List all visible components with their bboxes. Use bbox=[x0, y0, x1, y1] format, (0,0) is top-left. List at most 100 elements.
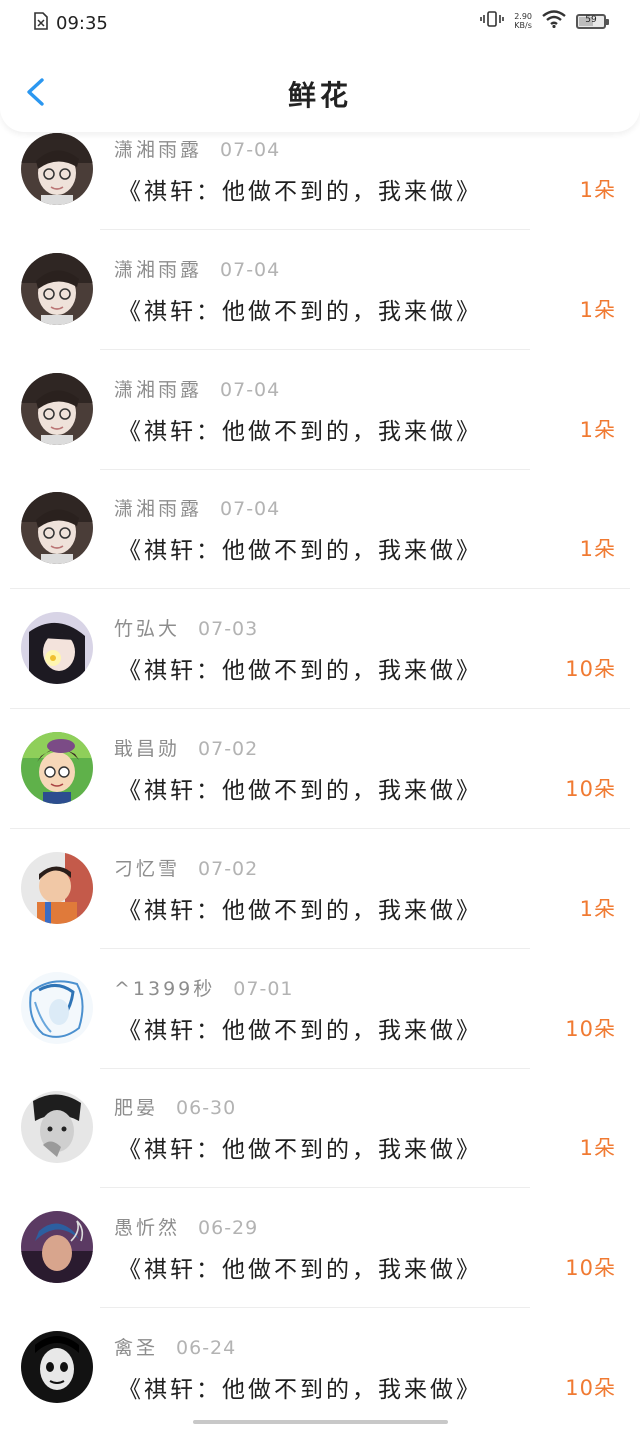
row-divider bbox=[10, 708, 630, 710]
flower-count: 10朵 bbox=[565, 1256, 616, 1281]
avatar[interactable] bbox=[21, 1331, 93, 1403]
flower-count: 1朵 bbox=[579, 417, 616, 442]
name-line: 潇湘雨露 07-04 bbox=[114, 255, 280, 282]
book-title[interactable]: 《祺轩：他做不到的，我来做》 bbox=[118, 172, 482, 206]
list-item[interactable]: 潇湘雨露 07-04 《祺轩：他做不到的，我来做》 1朵 bbox=[0, 486, 640, 606]
avatar[interactable] bbox=[21, 851, 93, 924]
record-date: 07-01 bbox=[233, 977, 294, 1000]
avatar[interactable] bbox=[21, 1211, 93, 1284]
page-title: 鲜花 bbox=[287, 79, 352, 112]
name-line: 潇湘雨露 07-04 bbox=[114, 135, 280, 162]
row-divider bbox=[100, 1187, 530, 1189]
list-item[interactable]: 潇湘雨露 07-04 《祺轩：他做不到的，我来做》 1朵 bbox=[0, 127, 640, 247]
flower-count: 10朵 bbox=[565, 1016, 616, 1041]
record-date: 07-04 bbox=[220, 498, 281, 521]
flower-count: 10朵 bbox=[565, 1376, 616, 1400]
record-date: 07-03 bbox=[198, 618, 259, 641]
user-name[interactable]: 禽圣 bbox=[114, 1333, 158, 1360]
name-line: ^1399秒 07-01 bbox=[114, 974, 294, 1001]
book-title[interactable]: 《祺轩：他做不到的，我来做》 bbox=[118, 531, 482, 565]
name-line: 禽圣 06-24 bbox=[114, 1333, 236, 1360]
row-divider bbox=[10, 828, 630, 829]
sim-icon bbox=[34, 12, 48, 34]
avatar[interactable] bbox=[21, 252, 93, 325]
name-line: 愚忻然 06-29 bbox=[114, 1213, 258, 1240]
flower-count: 1朵 bbox=[579, 537, 616, 562]
record-date: 07-04 bbox=[220, 258, 281, 281]
flower-count: 1朵 bbox=[579, 1136, 616, 1161]
record-date: 06-29 bbox=[198, 1217, 259, 1240]
name-line: 潇湘雨露 07-04 bbox=[114, 494, 280, 521]
row-divider bbox=[100, 229, 530, 230]
row-divider bbox=[100, 468, 530, 470]
home-indicator[interactable] bbox=[193, 1420, 448, 1424]
record-date: 07-02 bbox=[198, 738, 259, 760]
avatar[interactable] bbox=[21, 372, 93, 445]
book-title[interactable]: 《祺轩：他做不到的，我来做》 bbox=[118, 1011, 482, 1045]
list-item[interactable]: 禽圣 06-24 《祺轩：他做不到的，我来做》 10朵 bbox=[0, 1325, 640, 1445]
user-name[interactable]: 戢昌勋 bbox=[114, 734, 180, 761]
list-item[interactable]: 戢昌勋 07-02 《祺轩：他做不到的，我来做》 10朵 bbox=[0, 726, 640, 846]
battery-icon: 59 bbox=[576, 13, 609, 29]
avatar[interactable] bbox=[21, 1091, 93, 1164]
network-speed: 2.90 KB/s bbox=[514, 12, 532, 30]
avatar[interactable] bbox=[21, 971, 93, 1044]
vibrate-icon bbox=[480, 10, 504, 32]
book-title[interactable]: 《祺轩：他做不到的，我来做》 bbox=[118, 771, 482, 805]
user-name[interactable]: 刁忆雪 bbox=[114, 854, 180, 881]
battery-level: 59 bbox=[585, 14, 597, 25]
record-date: 06-24 bbox=[176, 1337, 237, 1359]
row-divider bbox=[100, 947, 530, 949]
name-line: 潇湘雨露 07-04 bbox=[114, 375, 280, 402]
user-name[interactable]: 竹弘大 bbox=[114, 614, 180, 641]
book-title[interactable]: 《祺轩：他做不到的，我来做》 bbox=[118, 412, 482, 446]
list-item[interactable]: 潇湘雨露 07-04 《祺轩：他做不到的，我来做》 1朵 bbox=[0, 247, 640, 367]
record-date: 07-04 bbox=[220, 139, 281, 161]
list-item[interactable]: 刁忆雪 07-02 《祺轩：他做不到的，我来做》 1朵 bbox=[0, 846, 640, 966]
header: 鲜花 bbox=[0, 48, 640, 132]
user-name[interactable]: 肥晏 bbox=[114, 1093, 158, 1120]
avatar[interactable] bbox=[21, 732, 93, 804]
user-name[interactable]: 潇湘雨露 bbox=[114, 255, 202, 282]
status-bar: 09:35 2.90 KB/s 59 bbox=[0, 0, 640, 48]
user-name[interactable]: ^1399秒 bbox=[114, 974, 215, 1001]
row-divider bbox=[10, 588, 630, 590]
row-divider bbox=[100, 348, 530, 350]
name-line: 竹弘大 07-03 bbox=[114, 614, 258, 641]
flower-count: 10朵 bbox=[565, 657, 616, 682]
record-date: 06-30 bbox=[176, 1097, 237, 1120]
record-date: 07-04 bbox=[220, 378, 281, 401]
avatar[interactable] bbox=[21, 133, 93, 205]
name-line: 肥晏 06-30 bbox=[114, 1093, 236, 1120]
list-item[interactable]: ^1399秒 07-01 《祺轩：他做不到的，我来做》 10朵 bbox=[0, 966, 640, 1086]
avatar[interactable] bbox=[21, 612, 93, 685]
list-item[interactable]: 肥晏 06-30 《祺轩：他做不到的，我来做》 1朵 bbox=[0, 1085, 640, 1205]
status-time: 09:35 bbox=[56, 12, 108, 34]
row-divider bbox=[100, 1307, 530, 1309]
list-item[interactable]: 愚忻然 06-29 《祺轩：他做不到的，我来做》 10朵 bbox=[0, 1205, 640, 1325]
list-item[interactable]: 潇湘雨露 07-04 《祺轩：他做不到的，我来做》 1朵 bbox=[0, 367, 640, 487]
book-title[interactable]: 《祺轩：他做不到的，我来做》 bbox=[118, 1130, 482, 1164]
name-line: 刁忆雪 07-02 bbox=[114, 854, 258, 881]
user-name[interactable]: 潇湘雨露 bbox=[114, 135, 202, 162]
book-title[interactable]: 《祺轩：他做不到的，我来做》 bbox=[118, 292, 482, 326]
row-divider bbox=[100, 1067, 530, 1069]
book-title[interactable]: 《祺轩：他做不到的，我来做》 bbox=[118, 891, 482, 925]
user-name[interactable]: 潇湘雨露 bbox=[114, 375, 202, 402]
user-name[interactable]: 愚忻然 bbox=[114, 1213, 180, 1240]
flower-count: 1朵 bbox=[579, 178, 616, 202]
book-title[interactable]: 《祺轩：他做不到的，我来做》 bbox=[118, 651, 482, 685]
record-date: 07-02 bbox=[198, 857, 259, 880]
book-title[interactable]: 《祺轩：他做不到的，我来做》 bbox=[118, 1250, 482, 1284]
user-name[interactable]: 潇湘雨露 bbox=[114, 494, 202, 521]
wifi-icon bbox=[542, 10, 566, 32]
list-item[interactable]: 竹弘大 07-03 《祺轩：他做不到的，我来做》 10朵 bbox=[0, 606, 640, 726]
name-line: 戢昌勋 07-02 bbox=[114, 734, 258, 761]
flower-count: 10朵 bbox=[565, 777, 616, 801]
net-speed-value: 2.90 bbox=[514, 12, 532, 21]
flower-count: 1朵 bbox=[579, 297, 616, 322]
net-speed-unit: KB/s bbox=[514, 21, 532, 30]
avatar[interactable] bbox=[21, 492, 93, 565]
book-title[interactable]: 《祺轩：他做不到的，我来做》 bbox=[118, 1370, 482, 1404]
flower-count: 1朵 bbox=[579, 896, 616, 921]
